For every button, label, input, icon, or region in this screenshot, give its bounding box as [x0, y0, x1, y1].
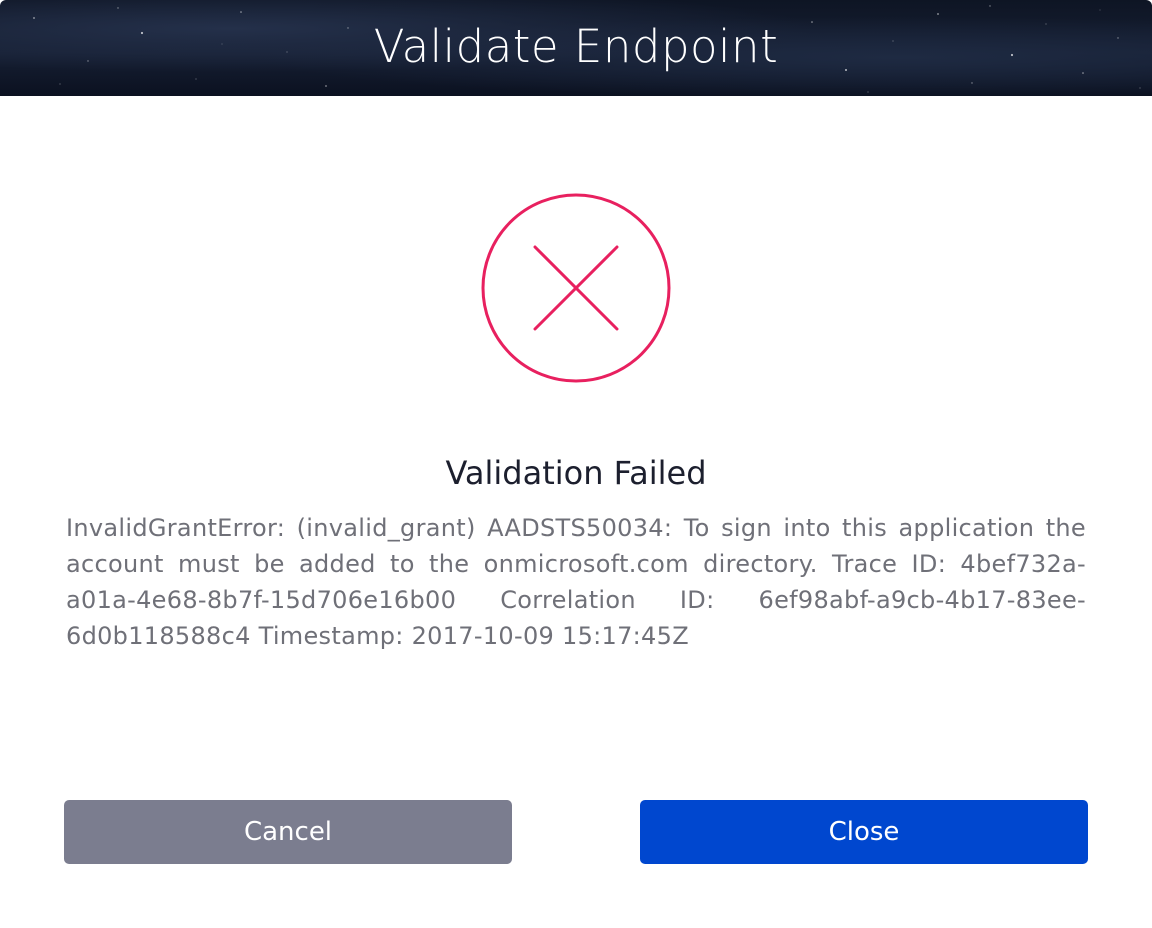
error-x-circle-icon — [481, 193, 671, 383]
error-message: InvalidGrantError: (invalid_grant) AADST… — [66, 514, 1086, 650]
dialog-title: Validate Endpoint — [373, 20, 779, 73]
status-title: Validation Failed — [445, 454, 707, 492]
close-button[interactable]: Close — [640, 800, 1088, 864]
validate-endpoint-dialog: Validate Endpoint Validation Failed Inva… — [0, 0, 1152, 928]
dialog-header: Validate Endpoint — [0, 0, 1152, 96]
cancel-button[interactable]: Cancel — [64, 800, 512, 864]
